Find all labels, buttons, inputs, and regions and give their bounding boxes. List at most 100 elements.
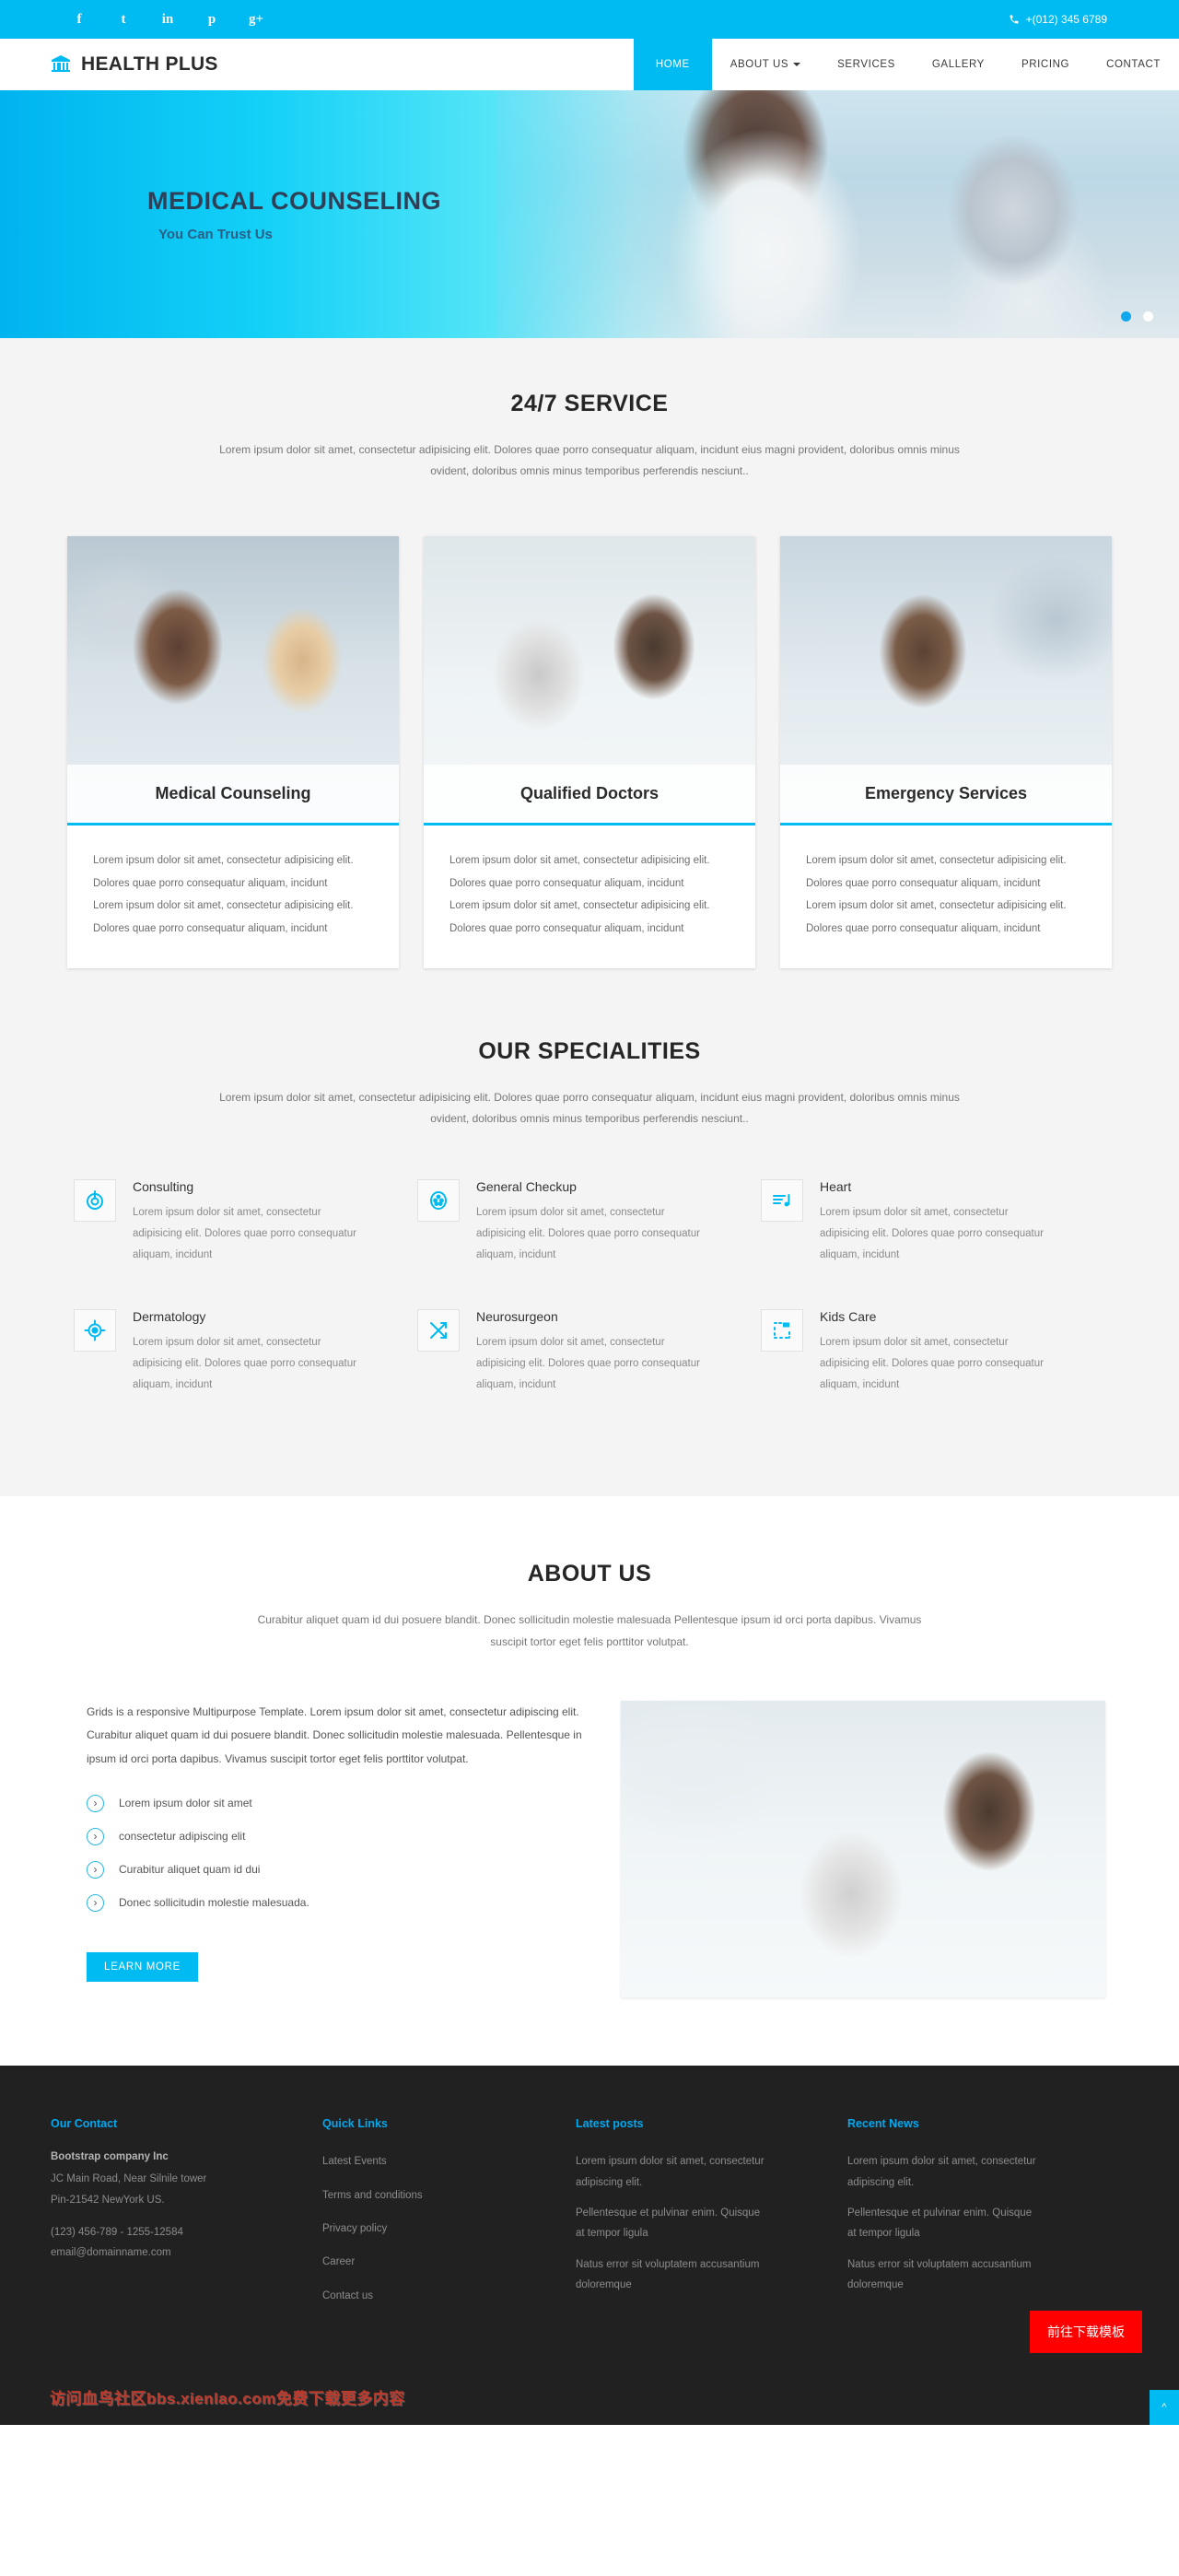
speciality-title: Neurosurgeon xyxy=(476,1309,558,1325)
facebook-icon[interactable]: f xyxy=(72,12,87,27)
download-template-badge[interactable]: 前往下载模板 xyxy=(1030,2311,1142,2354)
speciality-title: Heart xyxy=(820,1179,852,1195)
pinterest-icon[interactable]: p xyxy=(204,12,219,27)
site-footer: Our Contact Bootstrap company Inc JC Mai… xyxy=(0,2066,1179,2426)
service-cards: Medical Counseling Lorem ipsum dolor sit … xyxy=(0,483,1179,968)
learn-more-button[interactable]: LEARN MORE xyxy=(87,1951,199,1982)
footer-quicklink[interactable]: Contact us xyxy=(322,2286,548,2306)
footer-quicklinks-column: Quick Links Latest Events Terms and condi… xyxy=(322,2117,576,2319)
footer-email-link[interactable]: email@domainname.com xyxy=(51,2242,295,2263)
service-card-line: Dolores quae porro consequatur aliquam, … xyxy=(806,877,1041,889)
footer-quicklinks-heading: Quick Links xyxy=(322,2117,388,2131)
nav-item-gallery[interactable]: GALLERY xyxy=(914,39,1003,90)
slider-dot-1[interactable] xyxy=(1121,311,1131,322)
nav-item-label: CONTACT xyxy=(1106,59,1161,70)
speciality-text: Lorem ipsum dolor sit amet, consectetur … xyxy=(476,1337,700,1391)
about-bullet: › Curabitur aliquet quam id dui xyxy=(87,1860,590,1879)
speciality-title: General Checkup xyxy=(476,1179,577,1195)
speciality-text: Lorem ipsum dolor sit amet, consectetur … xyxy=(133,1207,356,1261)
about-image xyxy=(621,1701,1105,1998)
slider-dot-2[interactable] xyxy=(1143,311,1153,322)
service-card-line: Dolores quae porro consequatur aliquam, … xyxy=(93,877,328,889)
phone-icon xyxy=(1010,15,1019,24)
power-target-icon xyxy=(74,1179,116,1223)
footer-post-item: Pellentesque et pulvinar enim. Quisque a… xyxy=(576,2207,761,2240)
speciality-text: Lorem ipsum dolor sit amet, consectetur … xyxy=(133,1337,356,1391)
footer-quicklink[interactable]: Privacy policy xyxy=(322,2219,548,2239)
about-right-column xyxy=(621,1701,1105,1998)
nav-item-label: GALLERY xyxy=(931,59,985,70)
service-card[interactable]: Emergency Services Lorem ipsum dolor sit … xyxy=(780,535,1112,968)
footer-quicklink[interactable]: Latest Events xyxy=(322,2151,548,2172)
dashed-crop-icon xyxy=(761,1309,803,1352)
hero-text: MEDICAL COUNSELING You Can Trust Us xyxy=(0,90,590,338)
service-section-desc: Lorem ipsum dolor sit amet, consectetur … xyxy=(219,443,960,478)
twitter-icon[interactable]: t xyxy=(116,12,131,27)
chevron-right-icon: › xyxy=(87,1893,104,1912)
nav-item-contact[interactable]: CONTACT xyxy=(1088,39,1179,90)
linkedin-icon[interactable]: in xyxy=(160,12,175,27)
footer-post-item: Lorem ipsum dolor sit amet, consectetur … xyxy=(576,2156,765,2188)
speciality-item[interactable]: Kids Care Lorem ipsum dolor sit amet, con… xyxy=(761,1309,1104,1396)
footer-recentnews-list: Lorem ipsum dolor sit amet, consectetur … xyxy=(847,2151,1091,2296)
about-bullet-label: Lorem ipsum dolor sit amet xyxy=(119,1797,252,1810)
service-card[interactable]: Medical Counseling Lorem ipsum dolor sit … xyxy=(67,535,399,968)
specialities-section: OUR SPECIALITIES Lorem ipsum dolor sit a… xyxy=(0,967,1179,1497)
nav-item-about-us[interactable]: ABOUT US xyxy=(712,39,819,90)
service-card[interactable]: Qualified Doctors Lorem ipsum dolor sit a… xyxy=(424,535,755,968)
nav-item-home[interactable]: HOME xyxy=(633,39,712,90)
about-bullet-label: consectetur adipiscing elit xyxy=(119,1830,246,1844)
speciality-item[interactable]: General Checkup Lorem ipsum dolor sit ame… xyxy=(417,1179,761,1266)
specialities-title: OUR SPECIALITIES xyxy=(478,1037,701,1064)
footer-address-2: Pin-21542 NewYork US. xyxy=(51,2194,165,2206)
service-card-caption: Qualified Doctors xyxy=(424,764,755,825)
speciality-item[interactable]: Heart Lorem ipsum dolor sit amet, consect… xyxy=(761,1179,1104,1266)
logo[interactable]: HEALTH PLUS xyxy=(0,39,634,90)
nav-item-pricing[interactable]: PRICING xyxy=(1003,39,1088,90)
service-card-image: Medical Counseling xyxy=(67,535,399,825)
footer-address-1: JC Main Road, Near Silnile tower xyxy=(51,2173,207,2185)
service-card-line: Dolores quae porro consequatur aliquam, … xyxy=(806,922,1041,934)
speciality-item[interactable]: Consulting Lorem ipsum dolor sit amet, co… xyxy=(74,1179,417,1266)
speciality-item[interactable]: Dermatology Lorem ipsum dolor sit amet, c… xyxy=(74,1309,417,1396)
bank-building-icon xyxy=(52,55,70,72)
chevron-down-icon xyxy=(793,63,801,66)
nav-item-services[interactable]: SERVICES xyxy=(819,39,914,90)
footer-company: Bootstrap company Inc xyxy=(51,2151,169,2163)
about-left-column: Grids is a responsive Multipurpose Templ… xyxy=(74,1701,590,1997)
footer-quicklink[interactable]: Career xyxy=(322,2252,548,2272)
speciality-title: Consulting xyxy=(133,1179,194,1195)
about-bullet: › Donec sollicitudin molestie malesuada. xyxy=(87,1893,590,1912)
speciality-item[interactable]: Neurosurgeon Lorem ipsum dolor sit amet, … xyxy=(417,1309,761,1396)
footer-post-item: Natus error sit voluptatem accusantium d… xyxy=(576,2258,760,2291)
footer-post-item: Lorem ipsum dolor sit amet, consectetur … xyxy=(847,2156,1036,2188)
googleplus-icon[interactable]: g+ xyxy=(249,12,263,27)
service-card-caption: Emergency Services xyxy=(780,764,1112,825)
hero-subtitle: You Can Trust Us xyxy=(158,226,273,242)
service-card-line: Lorem ipsum dolor sit amet, consectetur … xyxy=(449,900,710,912)
footer-post-item: Pellentesque et pulvinar enim. Quisque a… xyxy=(847,2207,1033,2240)
phone-contact[interactable]: +(012) 345 6789 xyxy=(1009,13,1107,26)
service-card-title: Medical Counseling xyxy=(155,783,311,802)
footer-quicklink[interactable]: Terms and conditions xyxy=(322,2185,548,2206)
back-to-top-button[interactable]: ^ xyxy=(1150,2390,1179,2426)
chevron-right-icon: › xyxy=(87,1794,104,1812)
chevron-right-icon: › xyxy=(87,1860,104,1879)
service-section: 24/7 SERVICE Lorem ipsum dolor sit amet,… xyxy=(0,338,1179,968)
footer-post-item: Natus error sit voluptatem accusantium d… xyxy=(847,2258,1032,2291)
social-links: f t in p g+ xyxy=(72,12,264,27)
hero-title: MEDICAL COUNSELING xyxy=(147,186,442,215)
about-bullet-label: Curabitur aliquet quam id dui xyxy=(119,1863,261,1877)
phone-number: +(012) 345 6789 xyxy=(1025,13,1107,26)
speciality-title: Dermatology xyxy=(133,1309,206,1325)
service-card-line: Lorem ipsum dolor sit amet, consectetur … xyxy=(806,854,1067,866)
service-card-line: Lorem ipsum dolor sit amet, consectetur … xyxy=(806,900,1067,912)
watermark-text: 访问血鸟社区bbs.xienlao.com免费下载更多内容 xyxy=(50,2390,405,2408)
service-card-line: Dolores quae porro consequatur aliquam, … xyxy=(449,922,684,934)
service-card-title: Qualified Doctors xyxy=(519,783,660,802)
service-card-image: Qualified Doctors xyxy=(424,535,755,825)
service-card-title: Emergency Services xyxy=(864,783,1028,802)
nav-item-label: SERVICES xyxy=(837,59,895,70)
speciality-text: Lorem ipsum dolor sit amet, consectetur … xyxy=(820,1337,1044,1391)
about-desc: Curabitur aliquet quam id dui posuere bl… xyxy=(257,1613,922,1648)
